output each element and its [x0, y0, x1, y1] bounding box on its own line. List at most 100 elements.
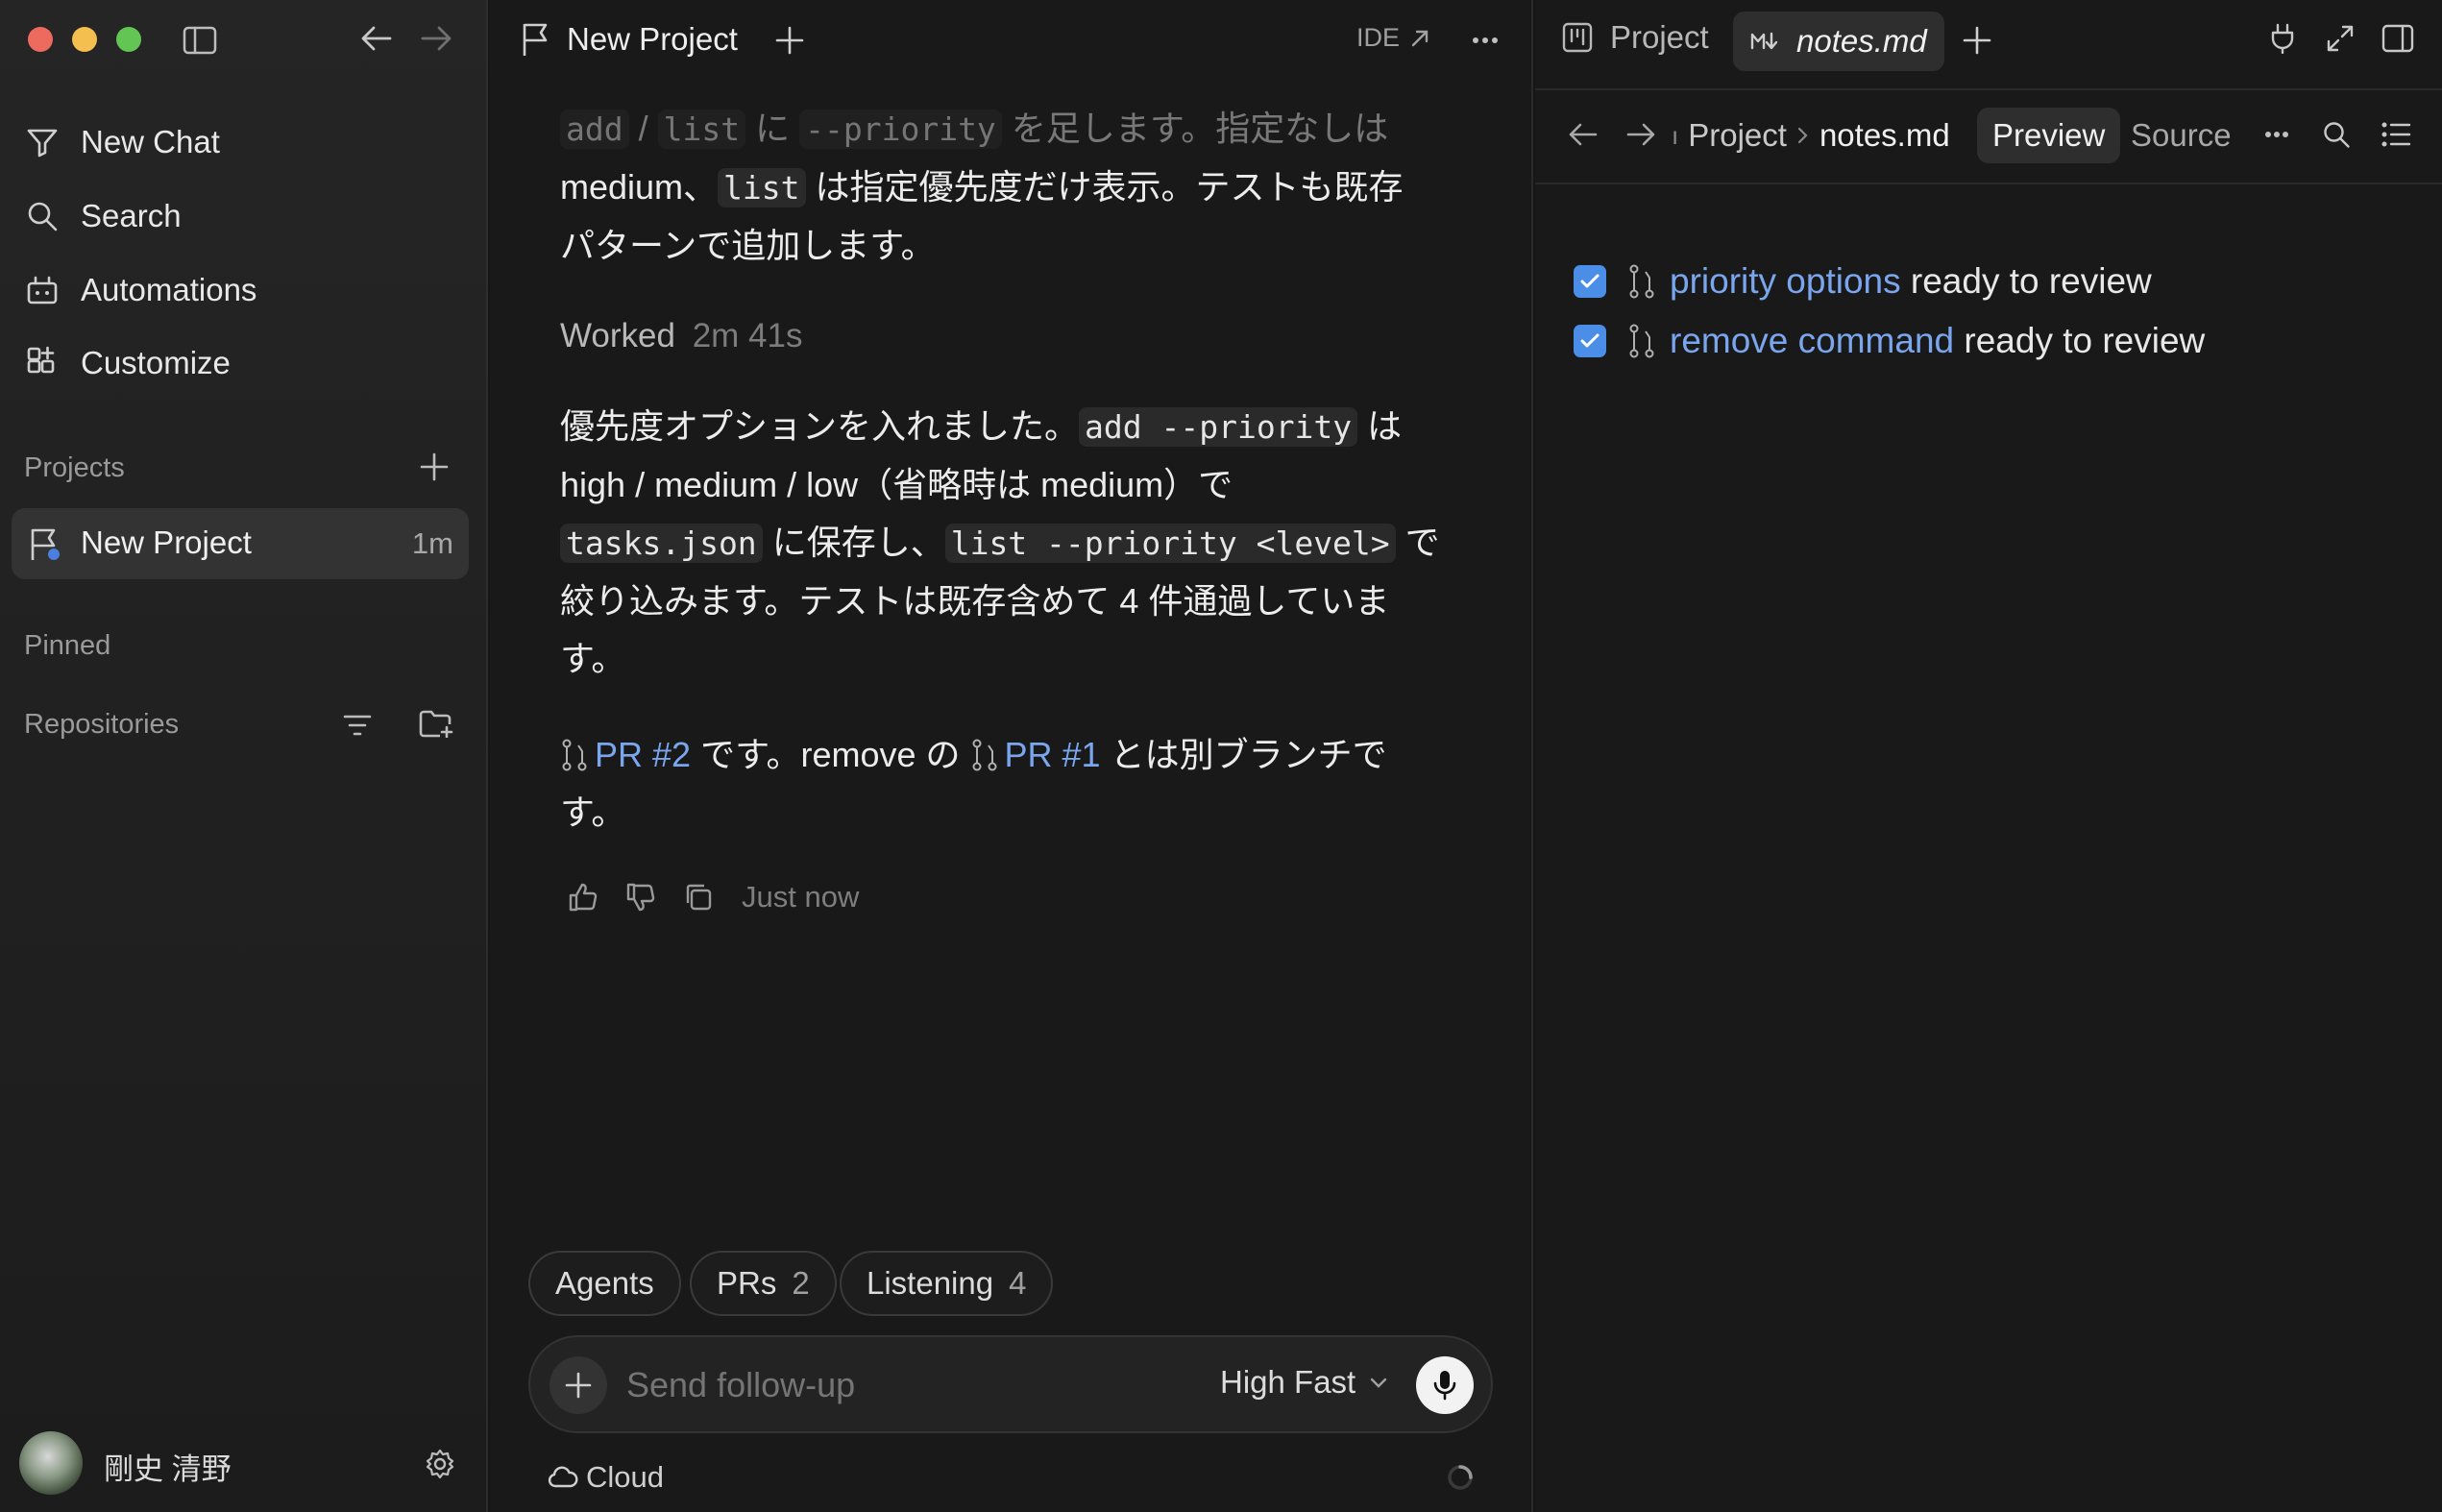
- todo-link[interactable]: priority options: [1670, 261, 1901, 302]
- composer: High Fast: [528, 1335, 1493, 1433]
- breadcrumb-file[interactable]: notes.md: [1819, 117, 1950, 154]
- preview-toggle[interactable]: Preview: [1977, 108, 2121, 163]
- voice-input-button[interactable]: [1416, 1356, 1474, 1414]
- thumbs-down-icon[interactable]: [624, 881, 657, 914]
- assistant-message-pr: PR #2 です。remove の PR #1 とは別ブランチで す。: [560, 726, 1463, 841]
- add-project-icon[interactable]: [415, 448, 453, 486]
- message-line: 絞り込みます。テストは既存含めて 4 件通過していま: [560, 581, 1390, 621]
- nav-label: Automations: [81, 272, 257, 307]
- expand-icon[interactable]: [2321, 19, 2359, 58]
- more-options-icon[interactable]: [2258, 115, 2296, 154]
- ide-label: IDE: [1356, 23, 1401, 52]
- forward-arrow-icon[interactable]: [417, 19, 455, 58]
- add-tab-plus-icon[interactable]: [1958, 21, 1996, 60]
- text-run: で: [1395, 523, 1440, 562]
- sort-filter-icon[interactable]: [338, 706, 377, 744]
- outline-list-icon[interactable]: [2377, 115, 2415, 154]
- message-line: medium、 list は指定優先度だけ表示。テストも既存: [560, 159, 1463, 217]
- more-options-icon[interactable]: [1464, 21, 1506, 60]
- loading-spinner-icon: [1448, 1465, 1473, 1490]
- tab-label: notes.md: [1796, 23, 1927, 59]
- checkmark-icon: [1580, 274, 1600, 288]
- text-run: は: [1357, 406, 1403, 446]
- text-run: に: [745, 109, 800, 148]
- grid-plus-icon: [27, 346, 55, 374]
- pr-2-link[interactable]: PR #2: [595, 726, 691, 784]
- toggle-panel-icon[interactable]: [2379, 19, 2417, 58]
- message-line: PR #2 です。remove の PR #1 とは別ブランチで: [560, 726, 1463, 784]
- inline-code: add: [560, 110, 629, 149]
- new-chat-button[interactable]: New Chat: [25, 115, 220, 169]
- file-panel: Project notes.md ı Project notes.md Prev…: [1535, 0, 2442, 1512]
- inline-code: list: [657, 110, 746, 149]
- forward-arrow-icon[interactable]: [1622, 115, 1660, 154]
- customize-button[interactable]: Customize: [25, 336, 231, 390]
- worked-time: 2m 41s: [692, 317, 803, 354]
- worked-duration[interactable]: Worked 2m 41s: [560, 317, 802, 355]
- zoom-window-button[interactable]: [116, 27, 141, 52]
- model-selector[interactable]: High Fast: [1220, 1364, 1388, 1401]
- message-line: add / list に --priority を足します。指定なしは: [560, 100, 1463, 159]
- settings-gear-icon[interactable]: [421, 1445, 459, 1483]
- divider: [1535, 88, 2442, 90]
- inline-code: list --priority <level>: [944, 524, 1396, 563]
- panel-toolbar: ı Project notes.md Preview Source: [1535, 92, 2442, 179]
- follow-up-input[interactable]: [626, 1358, 1164, 1412]
- minimize-window-button[interactable]: [72, 27, 97, 52]
- text-run: 優先度オプションを入れました。: [560, 406, 1080, 446]
- add-folder-icon[interactable]: [417, 704, 455, 743]
- text-run: は指定優先度だけ表示。テストも既存: [805, 167, 1404, 207]
- back-arrow-icon[interactable]: [357, 19, 396, 58]
- pr-1-link[interactable]: PR #1: [1005, 726, 1101, 784]
- pull-request-icon: [1629, 264, 1654, 299]
- todo-text: ready to review: [1954, 321, 2206, 360]
- environment-label: Cloud: [586, 1460, 664, 1494]
- tab-project[interactable]: Project: [1562, 19, 1709, 56]
- breadcrumb-project[interactable]: Project: [1688, 117, 1787, 154]
- pull-request-icon: [972, 739, 997, 771]
- close-window-button[interactable]: [28, 27, 53, 52]
- agents-pill[interactable]: Agents: [528, 1251, 681, 1316]
- pull-request-icon: [562, 739, 587, 771]
- text-run: /: [628, 109, 658, 148]
- cloud-icon: [548, 1466, 578, 1488]
- assistant-message-plan: add / list に --priority を足します。指定なしは medi…: [560, 100, 1463, 275]
- checkbox-checked[interactable]: [1574, 325, 1606, 357]
- prs-pill[interactable]: PRs 2: [690, 1251, 837, 1316]
- filter-icon: [27, 129, 58, 158]
- message-actions: Just now: [567, 880, 859, 915]
- inline-code: tasks.json: [560, 524, 763, 563]
- tab-notes-md[interactable]: notes.md: [1733, 12, 1944, 71]
- automations-button[interactable]: Automations: [25, 263, 256, 317]
- checkbox-checked[interactable]: [1574, 265, 1606, 298]
- listening-pill[interactable]: Listening 4: [840, 1251, 1054, 1316]
- todo-link[interactable]: remove command: [1670, 321, 1954, 361]
- checkmark-icon: [1580, 333, 1600, 348]
- new-tab-plus-icon[interactable]: [770, 21, 809, 60]
- assistant-message-summary: 優先度オプションを入れました。 add --priority は high / m…: [560, 398, 1463, 688]
- search-button[interactable]: Search: [25, 189, 182, 243]
- plug-icon[interactable]: [2263, 19, 2302, 58]
- panel-tab-bar: Project notes.md: [1535, 0, 2442, 81]
- copy-icon[interactable]: [682, 881, 715, 914]
- message-line: す。: [560, 639, 626, 678]
- text-run: です。remove の: [691, 735, 970, 774]
- environment-selector[interactable]: Cloud: [548, 1460, 664, 1495]
- source-toggle[interactable]: Source: [2131, 117, 2232, 154]
- inline-code: add --priority: [1079, 407, 1358, 447]
- toggle-sidebar-icon[interactable]: [179, 21, 221, 60]
- message-line: 優先度オプションを入れました。 add --priority は: [560, 398, 1463, 456]
- thumbs-up-icon[interactable]: [567, 881, 599, 914]
- project-name: New Project: [81, 524, 252, 560]
- avatar[interactable]: [19, 1431, 83, 1495]
- open-in-ide-button[interactable]: IDE: [1356, 23, 1430, 53]
- sidebar-item-new-project[interactable]: New Project 1m: [12, 508, 469, 579]
- pill-count: 4: [1009, 1265, 1027, 1301]
- search-icon[interactable]: [2317, 115, 2356, 154]
- attach-plus-button[interactable]: [549, 1356, 607, 1414]
- message-line: high / medium / low（省略時は medium）で: [560, 465, 1233, 504]
- todo-text: ready to review: [1900, 261, 2152, 301]
- back-arrow-icon[interactable]: [1564, 115, 1602, 154]
- pill-count: 2: [792, 1265, 810, 1301]
- chat-pane: New Project IDE add / list に --priority …: [490, 0, 1533, 1512]
